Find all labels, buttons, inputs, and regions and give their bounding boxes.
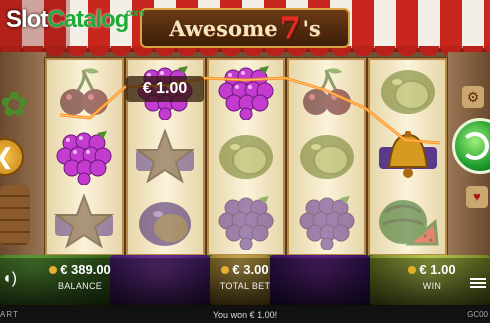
coin-icon bbox=[408, 265, 417, 274]
balance-label: BALANCE bbox=[57, 281, 103, 291]
reel-3 bbox=[206, 58, 286, 256]
coin-icon bbox=[221, 265, 230, 274]
symbol-cherries bbox=[289, 60, 364, 125]
bet-label: TOTAL BET bbox=[219, 281, 271, 291]
symbol-star bbox=[128, 125, 203, 190]
symbol-plum bbox=[128, 189, 203, 254]
symbol-star bbox=[47, 189, 122, 254]
logo-suffix: 's bbox=[302, 15, 321, 41]
balance-display: € 389.00 BALANCE bbox=[40, 262, 120, 291]
total-bet-display[interactable]: € 3.00 TOTAL BET bbox=[205, 262, 285, 291]
game-code: GC00 bbox=[467, 310, 488, 319]
paytable-icon[interactable]: ⚙ bbox=[462, 86, 484, 108]
symbol-grapes bbox=[47, 125, 122, 190]
barrel-decoration bbox=[0, 185, 30, 245]
symbol-bell bbox=[370, 125, 445, 190]
reel-grid bbox=[44, 57, 448, 257]
win-display: € 1.00 WIN bbox=[392, 262, 472, 291]
reel-5 bbox=[368, 58, 447, 256]
plant-decoration: ✿ bbox=[0, 86, 29, 124]
coin-icon bbox=[49, 265, 58, 274]
watermark-slot: Slot bbox=[6, 6, 48, 33]
watermark-catalog: Catalog bbox=[47, 6, 129, 33]
win-amount-overlay: € 1.00 bbox=[126, 76, 204, 102]
menu-icon[interactable] bbox=[470, 276, 486, 290]
logo-seven: 7 bbox=[279, 10, 301, 46]
symbol-grapes bbox=[209, 189, 284, 254]
autoplay-icon[interactable]: ♥ bbox=[466, 186, 488, 208]
symbol-grapes bbox=[209, 60, 284, 125]
game-stage: ✿ Awesome 7 's SlotCatalog .com € 1.00 ❮… bbox=[0, 0, 490, 323]
symbol-cherries bbox=[47, 60, 122, 125]
logo-word: Awesome bbox=[169, 15, 278, 41]
status-bar: ART You won € 1.00! GC00 bbox=[0, 306, 490, 323]
win-value: € 1.00 bbox=[419, 262, 456, 277]
speaker-icon[interactable]: ◖) bbox=[2, 270, 22, 294]
slotcatalog-watermark: SlotCatalog .com bbox=[6, 6, 144, 34]
bet-value: € 3.00 bbox=[232, 262, 269, 277]
spin-arrow-icon bbox=[461, 132, 489, 160]
watermark-com: .com bbox=[124, 8, 144, 19]
reel-4 bbox=[287, 58, 367, 256]
status-message: You won € 1.00! bbox=[212, 309, 278, 320]
reel-1 bbox=[45, 58, 124, 256]
balance-value: € 389.00 bbox=[60, 262, 111, 277]
win-label: WIN bbox=[422, 281, 442, 291]
symbol-watermelon bbox=[370, 189, 445, 254]
symbol-grapes bbox=[289, 189, 364, 254]
symbol-lemon bbox=[370, 60, 445, 125]
symbol-lemon bbox=[209, 125, 284, 190]
symbol-lemon bbox=[289, 125, 364, 190]
game-logo: Awesome 7 's bbox=[140, 8, 350, 48]
